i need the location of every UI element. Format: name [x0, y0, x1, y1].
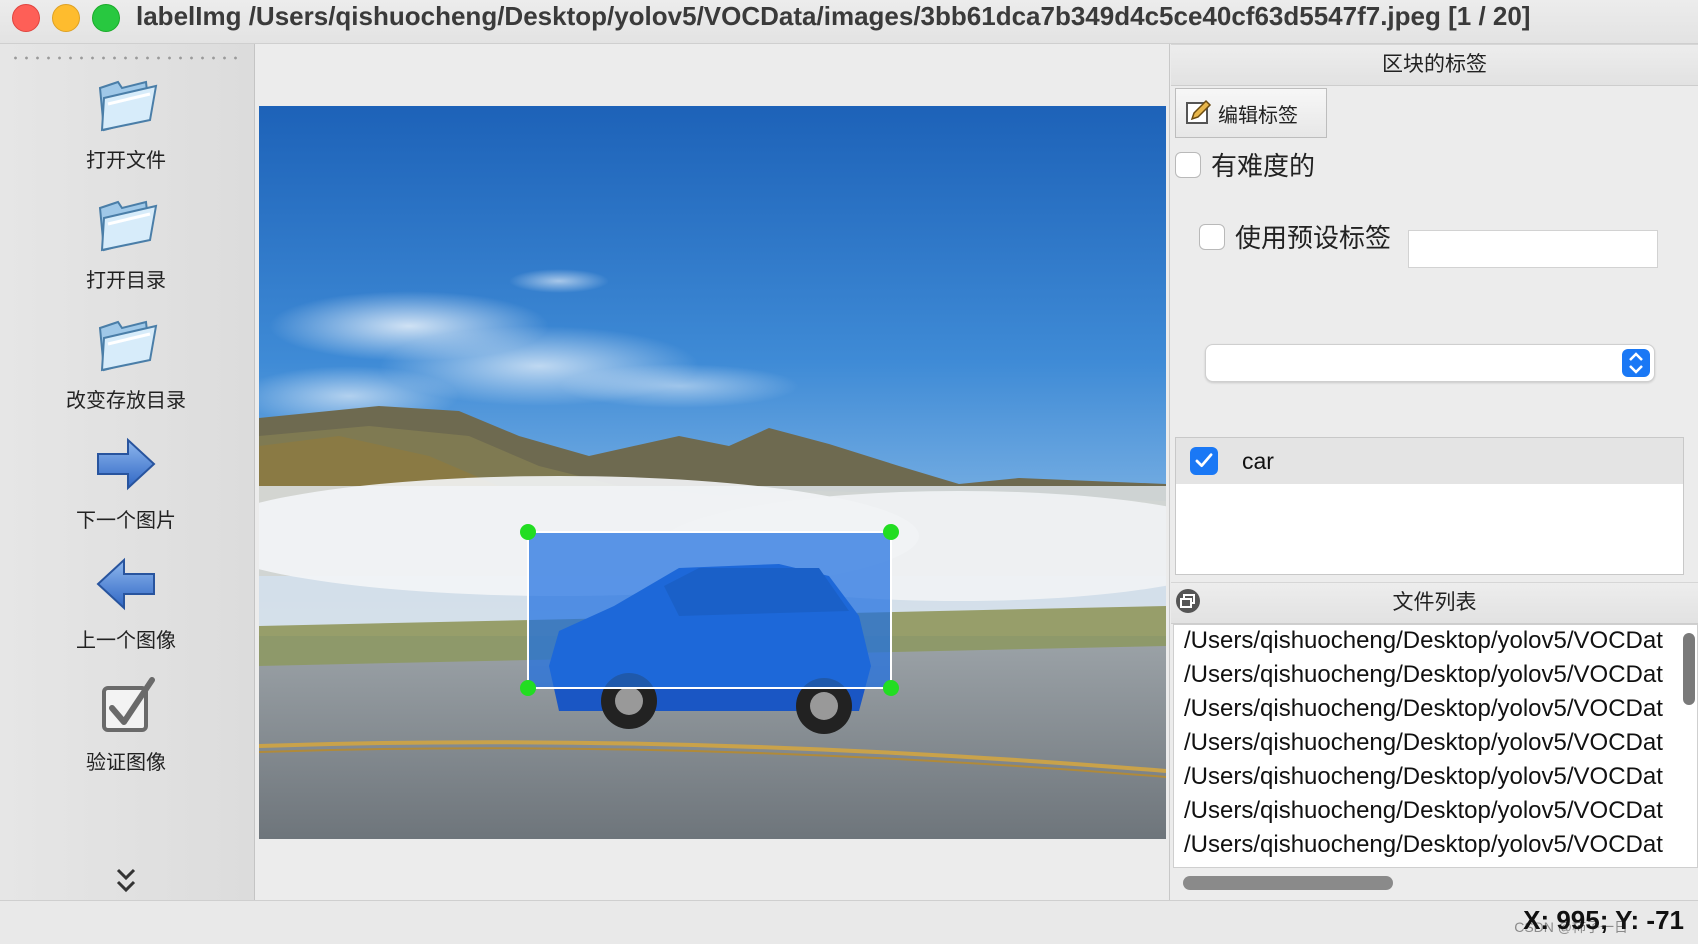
arrow-left-icon	[96, 557, 155, 611]
maximize-window-button[interactable]	[92, 4, 120, 32]
open-dir-label: 打开目录	[86, 270, 166, 292]
window-title: labelImg /Users/qishuocheng/Desktop/yolo…	[136, 1, 1531, 31]
annotated-image[interactable]	[259, 106, 1166, 839]
toolbar-grip[interactable]	[10, 56, 242, 60]
file-list-item[interactable]: /Users/qishuocheng/Desktop/yolov5/VOCDat…	[1184, 795, 1664, 827]
file-list-item[interactable]: /Users/qishuocheng/Desktop/yolov5/VOCDat…	[1184, 727, 1664, 759]
verify-image-button[interactable]: 验证图像	[0, 670, 252, 775]
prev-image-label: 上一个图像	[76, 630, 176, 652]
open-file-label: 打开文件	[86, 150, 166, 172]
difficult-checkbox[interactable]	[1175, 151, 1201, 178]
chevron-double-down-icon[interactable]	[114, 866, 138, 896]
file-list[interactable]: /Users/qishuocheng/Desktop/yolov5/VOCDat…	[1173, 624, 1698, 868]
scene-image	[259, 106, 1166, 839]
file-list-vertical-scrollbar[interactable]	[1683, 633, 1695, 705]
next-image-label: 下一个图片	[76, 510, 176, 532]
open-folder-icon	[98, 320, 158, 372]
toolbar: 打开文件 打开目录 改变存放目录 下一个图片 上一个图像 验证图像	[0, 44, 255, 900]
file-list-item[interactable]: /Users/qishuocheng/Desktop/yolov5/VOCDat…	[1184, 625, 1664, 657]
use-default-label-text: 使用预设标签	[1235, 223, 1392, 253]
file-list-item[interactable]: /Users/qishuocheng/Desktop/yolov5/VOCDat…	[1184, 659, 1664, 691]
edit-pencil-icon	[1186, 99, 1212, 124]
label-panel-title: 区块的标签	[1171, 44, 1698, 86]
arrow-right-icon	[97, 437, 156, 491]
difficult-label: 有难度的	[1211, 151, 1316, 181]
bounding-box	[527, 531, 892, 689]
label-list[interactable]: car	[1175, 437, 1684, 575]
cursor-coordinates: X: 995; Y: -71	[1523, 905, 1684, 935]
file-list-item[interactable]: /Users/qishuocheng/Desktop/yolov5/VOCDat…	[1184, 829, 1664, 861]
resize-handle	[883, 524, 899, 540]
open-file-button[interactable]: 打开文件	[0, 68, 252, 173]
edit-label-text: 编辑标签	[1218, 104, 1298, 127]
close-window-button[interactable]	[12, 4, 40, 32]
default-label-input[interactable]	[1408, 230, 1658, 268]
minimize-window-button[interactable]	[52, 4, 80, 32]
title-bar: labelImg /Users/qishuocheng/Desktop/yolo…	[0, 0, 1698, 44]
file-list-item[interactable]: /Users/qishuocheng/Desktop/yolov5/VOCDat…	[1184, 693, 1664, 725]
label-visible-checkbox[interactable]	[1190, 447, 1218, 475]
change-save-dir-button[interactable]: 改变存放目录	[0, 308, 252, 413]
right-panel: 区块的标签 编辑标签 有难度的 使用预设标签 car 文件列表 /Users/q…	[1171, 44, 1698, 900]
status-bar: CSDN @柿子一日 X: 995; Y: -71	[0, 900, 1698, 944]
change-save-dir-label: 改变存放目录	[66, 390, 186, 412]
open-folder-icon	[98, 80, 158, 132]
label-list-item[interactable]: car	[1176, 438, 1683, 484]
label-combo-box[interactable]	[1205, 344, 1655, 382]
open-dir-button[interactable]: 打开目录	[0, 188, 252, 293]
up-down-chevron-icon[interactable]	[1622, 349, 1650, 377]
file-list-item[interactable]: /Users/qishuocheng/Desktop/yolov5/VOCDat…	[1184, 761, 1664, 793]
next-image-button[interactable]: 下一个图片	[0, 428, 252, 533]
file-list-horizontal-scrollbar[interactable]	[1183, 876, 1393, 890]
file-panel-title: 文件列表	[1171, 582, 1698, 624]
edit-label-button[interactable]: 编辑标签	[1175, 88, 1327, 138]
use-default-label-checkbox[interactable]	[1199, 223, 1225, 250]
verify-image-label: 验证图像	[86, 752, 166, 774]
use-default-label-row[interactable]: 使用预设标签	[1199, 218, 1391, 255]
label-item-text: car	[1242, 447, 1274, 474]
prev-image-button[interactable]: 上一个图像	[0, 548, 252, 653]
open-folder-icon	[98, 200, 158, 252]
float-dock-icon[interactable]	[1175, 588, 1201, 614]
resize-handle	[520, 524, 536, 540]
resize-handle	[520, 680, 536, 696]
image-canvas[interactable]	[255, 44, 1170, 900]
verify-checkbox-icon	[102, 677, 155, 732]
checkmark-icon	[1195, 453, 1213, 468]
resize-handle	[883, 680, 899, 696]
difficult-row[interactable]: 有难度的	[1175, 146, 1315, 183]
